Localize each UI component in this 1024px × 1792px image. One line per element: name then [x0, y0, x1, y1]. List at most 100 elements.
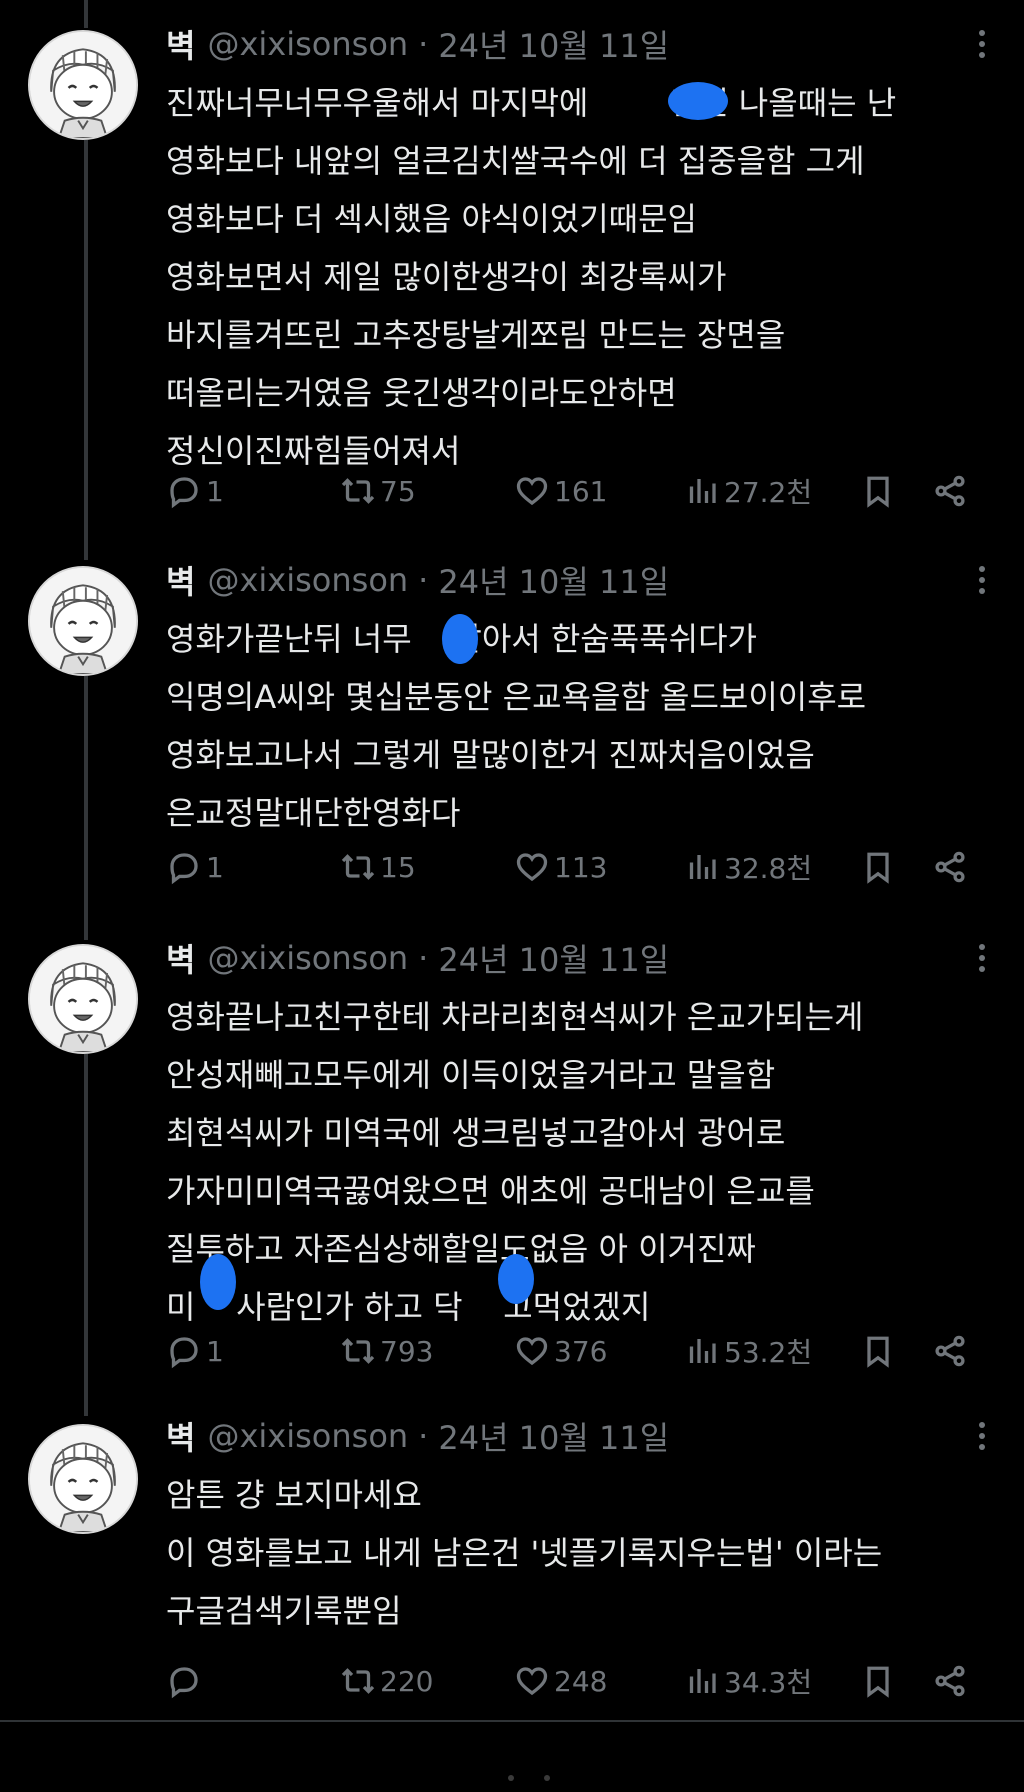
views-count: 32.8천 [724, 852, 813, 885]
retweet-count: 793 [380, 1334, 434, 1368]
share-icon [932, 473, 968, 509]
share-button[interactable] [932, 466, 968, 516]
display-name[interactable]: 벽 [166, 1413, 195, 1459]
tweet-text-line: 영화보다 더 섹시했음 야식이었기때문임 [166, 200, 697, 238]
tweet-text-line: 질투하고 자존심상해할일도없음 아 이거진짜 [166, 1230, 756, 1268]
like-button[interactable]: 376 [514, 1326, 607, 1376]
avatar[interactable] [28, 566, 138, 676]
like-count: 113 [554, 850, 608, 884]
heart-icon [514, 1333, 550, 1369]
reply-count: 1 [206, 474, 224, 508]
tweet-text-line: 영화보면서 제일 많이한생각이 최강록씨가 [166, 258, 727, 296]
views-button[interactable]: 53.2천 [684, 1326, 812, 1376]
tweet-date[interactable]: 24년 10월 11일 [438, 1413, 669, 1459]
retweet-icon [340, 849, 376, 885]
reply-count: 1 [206, 1334, 224, 1368]
tweet-header: 벽 @xixisonson · 24년 10월 11일 [166, 558, 669, 602]
display-name[interactable]: 벽 [166, 557, 195, 603]
reply-icon [166, 1663, 202, 1699]
tweet-text-line: 영화끝나고친구한테 차라리최현석씨가 은교가되는게 [166, 998, 864, 1036]
bookmark-icon [860, 1333, 896, 1369]
reply-button[interactable] [166, 1656, 206, 1706]
user-handle[interactable]: @xixisonson [207, 561, 408, 599]
heart-icon [514, 473, 550, 509]
views-icon [684, 473, 720, 509]
more-icon[interactable] [964, 940, 1000, 976]
views-icon [684, 849, 720, 885]
tweet-date[interactable]: 24년 10월 11일 [438, 935, 669, 981]
tweet-text: 암튼 걍 보지마세요 이 영화를보고 내게 남은건 '넷플기록지우는법' 이라는 구… [166, 1466, 996, 1640]
retweet-count: 15 [380, 850, 416, 884]
retweet-button[interactable]: 15 [340, 842, 416, 892]
tweet-text: 영화가끝난뒤 너무 같아서 한숨푹푹쉬다가 익명의A씨와 몇십분동안 은교욕을함 … [166, 610, 996, 842]
more-icon[interactable] [964, 1418, 1000, 1454]
tweet-actions: 220 248 34.3천 [166, 1656, 986, 1706]
like-button[interactable]: 248 [514, 1656, 607, 1706]
bookmark-button[interactable] [860, 1326, 896, 1376]
avatar[interactable] [28, 1424, 138, 1534]
user-handle[interactable]: @xixisonson [207, 939, 408, 977]
bookmark-button[interactable] [860, 842, 896, 892]
thread-line [84, 1054, 88, 1416]
thread-line [84, 140, 88, 560]
retweet-icon [340, 1333, 376, 1369]
reply-button[interactable]: 1 [166, 466, 224, 516]
page-indicator-dot [508, 1775, 514, 1781]
separator-dot: · [418, 25, 429, 63]
tweet-text-line: 떠올리는거였음 웃긴생각이라도안하면 [166, 374, 677, 412]
like-button[interactable]: 161 [514, 466, 607, 516]
retweet-button[interactable]: 220 [340, 1656, 433, 1706]
display-name[interactable]: 벽 [166, 21, 195, 67]
reply-button[interactable]: 1 [166, 1326, 224, 1376]
views-icon [684, 1663, 720, 1699]
heart-icon [514, 1663, 550, 1699]
tweet-date[interactable]: 24년 10월 11일 [438, 21, 669, 67]
heart-icon [514, 849, 550, 885]
views-button[interactable]: 34.3천 [684, 1656, 812, 1706]
tweet-text-line: 가자미미역국끓여왔으면 애초에 공대남이 은교를 [166, 1172, 815, 1210]
tweet-text-line: 영화보고나서 그렇게 말많이한거 진짜처음이었음 [166, 736, 815, 774]
retweet-count: 220 [380, 1664, 434, 1698]
more-icon[interactable] [964, 26, 1000, 62]
share-icon [932, 1663, 968, 1699]
separator-dot: · [418, 561, 429, 599]
retweet-button[interactable]: 793 [340, 1326, 433, 1376]
share-button[interactable] [932, 842, 968, 892]
views-count: 53.2천 [724, 1336, 813, 1369]
avatar[interactable] [28, 944, 138, 1054]
more-icon[interactable] [964, 562, 1000, 598]
share-button[interactable] [932, 1656, 968, 1706]
thread-line [84, 676, 88, 940]
redaction-mark [668, 82, 728, 120]
views-button[interactable]: 27.2천 [684, 466, 812, 516]
user-handle[interactable]: @xixisonson [207, 1417, 408, 1455]
reply-icon [166, 473, 202, 509]
display-name[interactable]: 벽 [166, 935, 195, 981]
reply-button[interactable]: 1 [166, 842, 224, 892]
tweet-actions: 1 793 376 53.2천 [166, 1326, 986, 1376]
bookmark-button[interactable] [860, 1656, 896, 1706]
bookmark-icon [860, 849, 896, 885]
like-button[interactable]: 113 [514, 842, 607, 892]
views-count: 34.3천 [724, 1666, 813, 1699]
tweet-text: 영화끝나고친구한테 차라리최현석씨가 은교가되는게 안성재빼고모두에게 이득이었을… [166, 988, 996, 1336]
tweet-header: 벽 @xixisonson · 24년 10월 11일 [166, 936, 669, 980]
page-indicator-dot [544, 1775, 550, 1781]
tweet-text-line: 영화가끝난뒤 너무 같아서 한숨푹푹쉬다가 [166, 620, 757, 658]
redaction-mark [442, 614, 478, 664]
avatar[interactable] [28, 30, 138, 140]
retweet-button[interactable]: 75 [340, 466, 416, 516]
share-icon [932, 849, 968, 885]
tweet-text: 진짜너무너무우울해서 마지막에 긴씬 나올때는 난 영화보다 내앞의 얼큰김치쌀국… [166, 74, 996, 480]
bookmark-icon [860, 1663, 896, 1699]
bookmark-button[interactable] [860, 466, 896, 516]
views-count: 27.2천 [724, 476, 813, 509]
share-icon [932, 1333, 968, 1369]
like-count: 161 [554, 474, 608, 508]
share-button[interactable] [932, 1326, 968, 1376]
tweet-date[interactable]: 24년 10월 11일 [438, 557, 669, 603]
views-button[interactable]: 32.8천 [684, 842, 812, 892]
bottom-divider [0, 1720, 1024, 1722]
user-handle[interactable]: @xixisonson [207, 25, 408, 63]
tweet-text-line: 진짜너무너무우울해서 마지막에 긴씬 나올때는 난 [166, 84, 897, 122]
